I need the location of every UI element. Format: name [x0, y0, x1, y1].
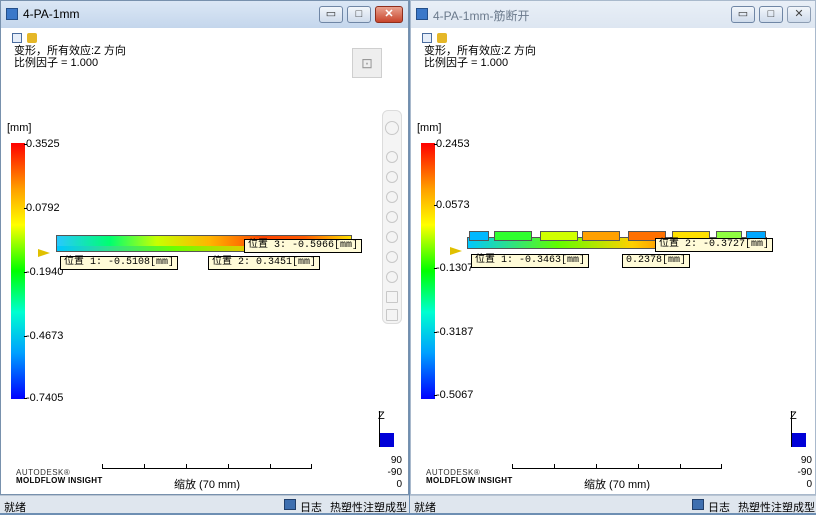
color-legend-bar — [421, 143, 435, 399]
close-button[interactable]: ✕ — [375, 6, 403, 23]
scale-tick — [144, 464, 145, 469]
model-viewport[interactable]: 变形，所有效应:Z 方向 比例因子 = 1.000 ⊡ [mm] 0.3525 … — [2, 28, 407, 493]
probe-label-1: 位置 1: -0.3463[mm] — [471, 254, 590, 268]
status-bar-right: 就绪 日志 热塑性注塑成型 — [410, 495, 816, 514]
legend-unit: [mm] — [417, 122, 442, 134]
minimize-button[interactable]: ▭ — [731, 6, 755, 23]
center-icon[interactable] — [386, 271, 398, 283]
measure-icon[interactable] — [386, 291, 398, 303]
triad-value-3: 0 — [396, 479, 402, 490]
scale-bar — [512, 468, 722, 469]
scale-tick — [680, 464, 681, 469]
window-title: 4-PA-1mm — [23, 7, 80, 21]
triad-value-1: 90 — [800, 455, 812, 466]
maximize-button[interactable]: □ — [759, 6, 783, 23]
triad-value-3: 0 — [806, 479, 812, 490]
probe-label-3: 位置 3: -0.5966[mm] — [244, 239, 363, 253]
window-title: 4-PA-1mm-筋断开 — [433, 9, 530, 23]
legend-tick: 0.3525 — [24, 138, 60, 150]
injection-arrow-icon — [38, 249, 50, 257]
legend-tick: 0.2453 — [434, 138, 470, 150]
axis-triad-icon — [792, 433, 806, 447]
log-icon[interactable] — [284, 499, 296, 510]
print-icon[interactable] — [386, 309, 398, 321]
legend-tick: -0.1307 — [433, 262, 474, 274]
scale-tick — [311, 464, 312, 469]
scale-bar — [102, 468, 312, 469]
scale-tick — [596, 464, 597, 469]
rotate-icon[interactable] — [385, 121, 399, 135]
title-bar[interactable]: 4-PA-1mm ▭ □ ✕ — [1, 1, 408, 28]
zoom-icon[interactable] — [386, 211, 398, 223]
axis-triad-icon — [380, 433, 394, 447]
probe-label-2: 位置 2: 0.3451[mm] — [208, 256, 321, 270]
scale-tick — [638, 464, 639, 469]
app-icon — [6, 8, 18, 20]
scale-factor: 比例因子 = 1.000 — [14, 57, 99, 69]
scale-tick — [554, 464, 555, 469]
app-icon — [416, 8, 428, 20]
scale-tick — [228, 464, 229, 469]
rib-segment — [469, 231, 489, 241]
zoom-window-icon[interactable] — [386, 231, 398, 243]
rib-segment — [582, 231, 620, 241]
view-toolbar — [382, 110, 402, 324]
legend-tick: 0.0792 — [24, 202, 60, 214]
legend-tick: -0.7405 — [23, 392, 64, 404]
rib-segment — [494, 231, 532, 241]
view-cube-icon[interactable]: ⊡ — [352, 48, 382, 78]
hand-icon[interactable] — [386, 191, 398, 203]
triad-value-2: -90 — [387, 467, 402, 478]
title-bar[interactable]: 4-PA-1mm-筋断开 ▭ □ ✕ — [411, 1, 815, 28]
fit-icon[interactable] — [386, 251, 398, 263]
status-bar-left: 就绪 日志 热塑性注塑成型 — [0, 495, 409, 514]
pan-icon[interactable] — [386, 171, 398, 183]
legend-tick: -0.4673 — [23, 330, 64, 342]
minimize-button[interactable]: ▭ — [319, 6, 343, 23]
triad-value-2: -90 — [797, 467, 812, 478]
result-window-right[interactable]: 4-PA-1mm-筋断开 ▭ □ ✕ 变形，所有效应:Z 方向 比例因子 = 1… — [410, 0, 816, 495]
brand-moldflow: MOLDFLOW INSIGHT — [426, 476, 513, 485]
result-window-left[interactable]: 4-PA-1mm ▭ □ ✕ 变形，所有效应:Z 方向 比例因子 = 1.000… — [0, 0, 409, 495]
probe-label-2: 0.2378[mm] — [622, 254, 691, 268]
close-button[interactable]: ✕ — [787, 6, 811, 23]
brand-moldflow: MOLDFLOW INSIGHT — [16, 476, 103, 485]
legend-tick: -0.3187 — [433, 326, 474, 338]
scale-tick — [270, 464, 271, 469]
rib-segment — [540, 231, 578, 241]
legend-unit: [mm] — [7, 122, 32, 134]
legend-tick: -0.5067 — [433, 389, 474, 401]
legend-tick: -0.1940 — [23, 266, 64, 278]
maximize-button[interactable]: □ — [347, 6, 371, 23]
scale-label: 缩放 (70 mm) — [584, 479, 650, 491]
scale-tick — [186, 464, 187, 469]
log-icon[interactable] — [692, 499, 704, 510]
probe-label-1: 位置 1: -0.5108[mm] — [60, 256, 179, 270]
scale-factor: 比例因子 = 1.000 — [424, 57, 509, 69]
select-icon[interactable] — [386, 151, 398, 163]
legend-tick: 0.0573 — [434, 199, 470, 211]
scale-label: 缩放 (70 mm) — [174, 479, 240, 491]
model-viewport[interactable]: 变形，所有效应:Z 方向 比例因子 = 1.000 [mm] 0.2453 0.… — [412, 28, 814, 493]
scale-tick — [512, 464, 513, 469]
scale-tick — [721, 464, 722, 469]
injection-arrow-icon — [450, 247, 462, 255]
probe-label-3: 位置 2: -0.3727[mm] — [655, 238, 774, 252]
triad-value-1: 90 — [390, 455, 402, 466]
scale-tick — [102, 464, 103, 469]
color-legend-bar — [11, 143, 25, 399]
